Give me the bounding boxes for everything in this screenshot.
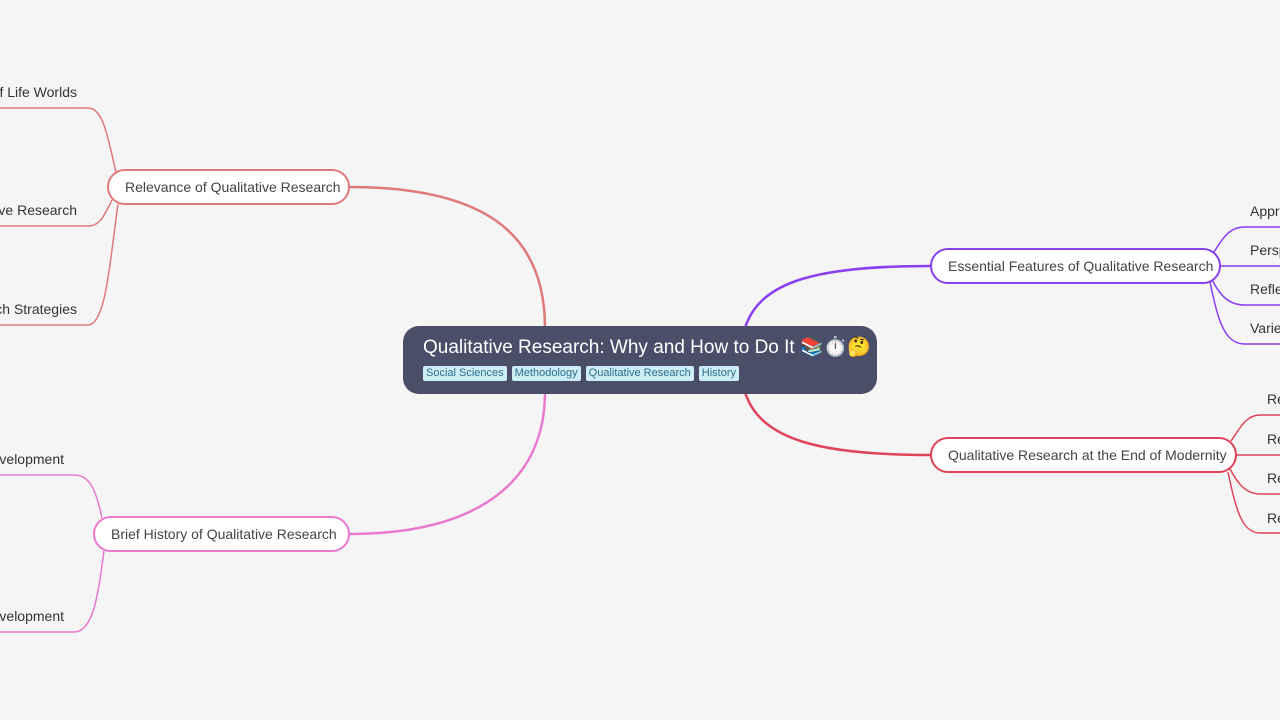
leaf-history-1[interactable]: velopment bbox=[0, 451, 64, 467]
root-title: Qualitative Research: Why and How to Do … bbox=[423, 337, 871, 358]
leaf-features-2[interactable]: Persp bbox=[1250, 242, 1280, 258]
leaf-relevance-2[interactable]: tive Research bbox=[0, 202, 77, 218]
mind-map-canvas[interactable]: Qualitative Research: Why and How to Do … bbox=[0, 0, 1280, 720]
root-tags: Social Sciences Methodology Qualitative … bbox=[423, 366, 857, 381]
leaf-modernity-4[interactable]: Re bbox=[1267, 510, 1280, 526]
node-relevance[interactable]: Relevance of Qualitative Research bbox=[107, 169, 350, 205]
connector-root-relevance bbox=[348, 185, 547, 329]
node-end-of-modernity[interactable]: Qualitative Research at the End of Moder… bbox=[930, 437, 1237, 473]
tag-qualitative-research[interactable]: Qualitative Research bbox=[585, 366, 694, 381]
tag-methodology[interactable]: Methodology bbox=[511, 366, 581, 381]
connector-root-modernity bbox=[743, 391, 932, 457]
tag-social-sciences[interactable]: Social Sciences bbox=[423, 366, 507, 381]
connector-relevance-child-1 bbox=[0, 107, 117, 173]
leaf-relevance-1[interactable]: of Life Worlds bbox=[0, 84, 77, 100]
root-node[interactable]: Qualitative Research: Why and How to Do … bbox=[403, 326, 877, 394]
leaf-features-4[interactable]: Varie bbox=[1250, 320, 1280, 336]
leaf-features-3[interactable]: Refle bbox=[1250, 281, 1280, 297]
node-essential-features[interactable]: Essential Features of Qualitative Resear… bbox=[930, 248, 1221, 284]
tag-history[interactable]: History bbox=[698, 366, 739, 381]
connector-history-child-1 bbox=[0, 474, 103, 519]
leaf-features-1[interactable]: Appro bbox=[1250, 203, 1280, 219]
leaf-modernity-3[interactable]: Re bbox=[1267, 470, 1280, 486]
connector-root-history bbox=[348, 391, 547, 536]
leaf-modernity-2[interactable]: Re bbox=[1267, 431, 1280, 447]
connector-root-features bbox=[743, 264, 932, 329]
leaf-history-2[interactable]: velopment bbox=[0, 608, 64, 624]
node-brief-history[interactable]: Brief History of Qualitative Research bbox=[93, 516, 350, 552]
leaf-relevance-3[interactable]: ch Strategies bbox=[0, 301, 77, 317]
leaf-modernity-1[interactable]: Re bbox=[1267, 391, 1280, 407]
